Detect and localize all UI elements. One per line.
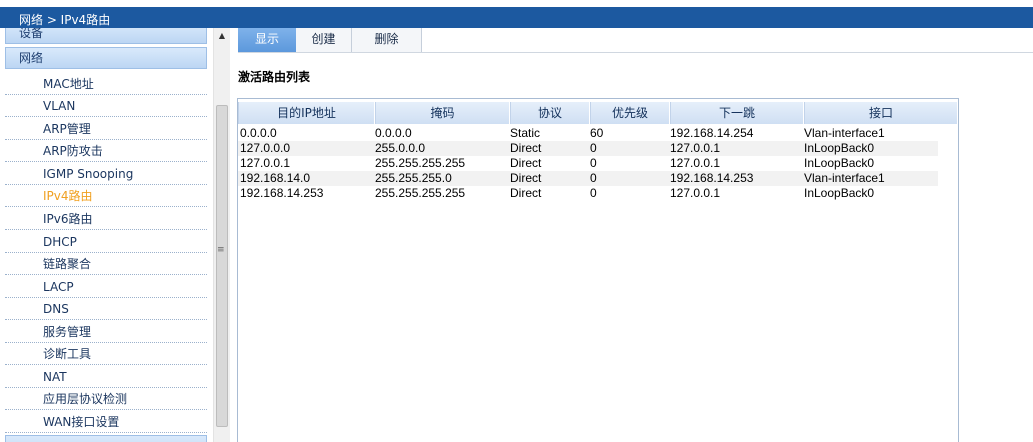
scroll-thumb[interactable] xyxy=(216,105,228,427)
cell-interface: InLoopBack0 xyxy=(804,141,875,155)
sidebar-item-ipv4-route[interactable]: IPv4路由 xyxy=(5,185,207,207)
table-header: 目的IP地址 掩码 协议 优先级 下一跳 接口 xyxy=(238,102,958,124)
tab-divider xyxy=(238,52,1033,53)
sidebar-item-mac[interactable]: MAC地址 xyxy=(5,73,207,95)
scroll-grip-icon: ≡ xyxy=(217,245,225,255)
sidebar-group-label: 设备 xyxy=(19,28,44,40)
cell-interface: InLoopBack0 xyxy=(804,186,875,200)
column-header-dest-ip[interactable]: 目的IP地址 xyxy=(238,102,375,124)
cell-protocol: Direct xyxy=(510,171,542,185)
sidebar-item-service-mgmt[interactable]: 服务管理 xyxy=(5,321,207,343)
tab-delete[interactable]: 删除 xyxy=(352,28,422,52)
table-row[interactable]: 127.0.0.0 255.0.0.0 Direct 0 127.0.0.1 I… xyxy=(238,141,938,156)
cell-interface: Vlan-interface1 xyxy=(804,126,885,140)
sidebar-item-label: LACP xyxy=(43,280,74,294)
sidebar-item-igmp[interactable]: IGMP Snooping xyxy=(5,163,207,185)
tab-create[interactable]: 创建 xyxy=(296,28,352,52)
table-row[interactable]: 192.168.14.0 255.255.255.0 Direct 0 192.… xyxy=(238,171,938,186)
breadcrumb: 网络 > IPv4路由 xyxy=(19,13,111,27)
column-header-protocol[interactable]: 协议 xyxy=(510,102,590,124)
cell-protocol: Direct xyxy=(510,141,542,155)
cell-priority: 0 xyxy=(590,141,597,155)
cell-mask: 255.255.255.255 xyxy=(375,156,466,170)
sidebar-item-label: ARP防攻击 xyxy=(43,144,103,158)
cell-next-hop: 127.0.0.1 xyxy=(670,141,721,155)
sidebar-item-label: ARP管理 xyxy=(43,122,91,136)
cell-dest-ip: 127.0.0.1 xyxy=(240,156,291,170)
cell-priority: 60 xyxy=(590,126,604,140)
cell-protocol: Direct xyxy=(510,186,542,200)
cell-mask: 0.0.0.0 xyxy=(375,126,412,140)
tab-label: 显示 xyxy=(254,32,279,46)
column-header-interface[interactable]: 接口 xyxy=(804,102,958,124)
cell-dest-ip: 192.168.14.0 xyxy=(240,171,311,185)
column-header-mask[interactable]: 掩码 xyxy=(375,102,510,124)
table-row[interactable]: 127.0.0.1 255.255.255.255 Direct 0 127.0… xyxy=(238,156,938,171)
cell-interface: Vlan-interface1 xyxy=(804,171,885,185)
cell-priority: 0 xyxy=(590,156,597,170)
sidebar-item-label: WAN接口设置 xyxy=(43,415,120,429)
tab-show[interactable]: 显示 xyxy=(238,28,296,52)
sidebar-item-wan[interactable]: WAN接口设置 xyxy=(5,411,207,433)
sidebar-item-label: NAT xyxy=(43,370,67,384)
cell-next-hop: 192.168.14.253 xyxy=(670,171,754,185)
sidebar-item-dhcp[interactable]: DHCP xyxy=(5,231,207,253)
header-bar xyxy=(0,7,1033,28)
cell-next-hop: 192.168.14.254 xyxy=(670,126,754,140)
sidebar-item-label: 链路聚合 xyxy=(43,257,92,271)
sidebar-group-next[interactable] xyxy=(5,435,207,442)
sidebar-item-label: VLAN xyxy=(43,99,76,113)
sidebar-item-alg[interactable]: 应用层协议检测 xyxy=(5,388,207,410)
tab-label: 创建 xyxy=(311,32,336,46)
column-header-priority[interactable]: 优先级 xyxy=(590,102,670,124)
sidebar-item-vlan[interactable]: VLAN xyxy=(5,95,207,117)
sidebar-item-arp[interactable]: ARP管理 xyxy=(5,118,207,140)
cell-dest-ip: 127.0.0.0 xyxy=(240,141,291,155)
sidebar-item-diagnostics[interactable]: 诊断工具 xyxy=(5,343,207,365)
sidebar-item-label: 诊断工具 xyxy=(43,347,92,361)
sidebar-item-label: DNS xyxy=(43,302,69,316)
sidebar-item-nat[interactable]: NAT xyxy=(5,366,207,388)
cell-mask: 255.255.255.0 xyxy=(375,171,452,185)
sidebar-group-network[interactable]: 网络 xyxy=(5,47,207,69)
sidebar-item-dns[interactable]: DNS xyxy=(5,298,207,320)
sidebar-item-label: IPv4路由 xyxy=(43,189,93,203)
table-row[interactable]: 192.168.14.253 255.255.255.255 Direct 0 … xyxy=(238,186,938,201)
cell-dest-ip: 192.168.14.253 xyxy=(240,186,324,200)
cell-priority: 0 xyxy=(590,171,597,185)
sidebar-item-label: DHCP xyxy=(43,235,77,249)
table-row[interactable]: 0.0.0.0 0.0.0.0 Static 60 192.168.14.254… xyxy=(238,126,938,141)
cell-protocol: Direct xyxy=(510,156,542,170)
sidebar-item-arp-protect[interactable]: ARP防攻击 xyxy=(5,140,207,162)
sidebar-scrollbar[interactable]: ▲ ≡ xyxy=(213,28,230,442)
sidebar-item-lacp[interactable]: LACP xyxy=(5,276,207,298)
cell-mask: 255.255.255.255 xyxy=(375,186,466,200)
cell-protocol: Static xyxy=(510,126,541,140)
sidebar: 设备 网络 MAC地址 VLAN ARP管理 ARP防攻击 IGMP Snoop… xyxy=(0,28,230,442)
scroll-up-icon[interactable]: ▲ xyxy=(214,28,230,44)
column-header-next-hop[interactable]: 下一跳 xyxy=(670,102,804,124)
route-table: 目的IP地址 掩码 协议 优先级 下一跳 接口 0.0.0.0 0.0.0.0 … xyxy=(237,98,959,442)
sidebar-item-label: 应用层协议检测 xyxy=(43,392,128,406)
top-strip xyxy=(0,0,1033,7)
sidebar-item-label: IPv6路由 xyxy=(43,212,93,226)
sidebar-group-device[interactable]: 设备 xyxy=(5,28,207,44)
tab-label: 删除 xyxy=(374,32,399,46)
sidebar-item-label: MAC地址 xyxy=(43,77,94,91)
cell-interface: InLoopBack0 xyxy=(804,156,875,170)
sidebar-item-label: IGMP Snooping xyxy=(43,167,134,181)
sidebar-item-link-aggregation[interactable]: 链路聚合 xyxy=(5,253,207,275)
sidebar-item-label: 服务管理 xyxy=(43,325,92,339)
sidebar-group-label: 网络 xyxy=(19,51,44,65)
cell-next-hop: 127.0.0.1 xyxy=(670,186,721,200)
cell-priority: 0 xyxy=(590,186,597,200)
sidebar-item-ipv6-route[interactable]: IPv6路由 xyxy=(5,208,207,230)
section-title: 激活路由列表 xyxy=(238,70,311,84)
cell-next-hop: 127.0.0.1 xyxy=(670,156,721,170)
cell-mask: 255.0.0.0 xyxy=(375,141,426,155)
cell-dest-ip: 0.0.0.0 xyxy=(240,126,277,140)
